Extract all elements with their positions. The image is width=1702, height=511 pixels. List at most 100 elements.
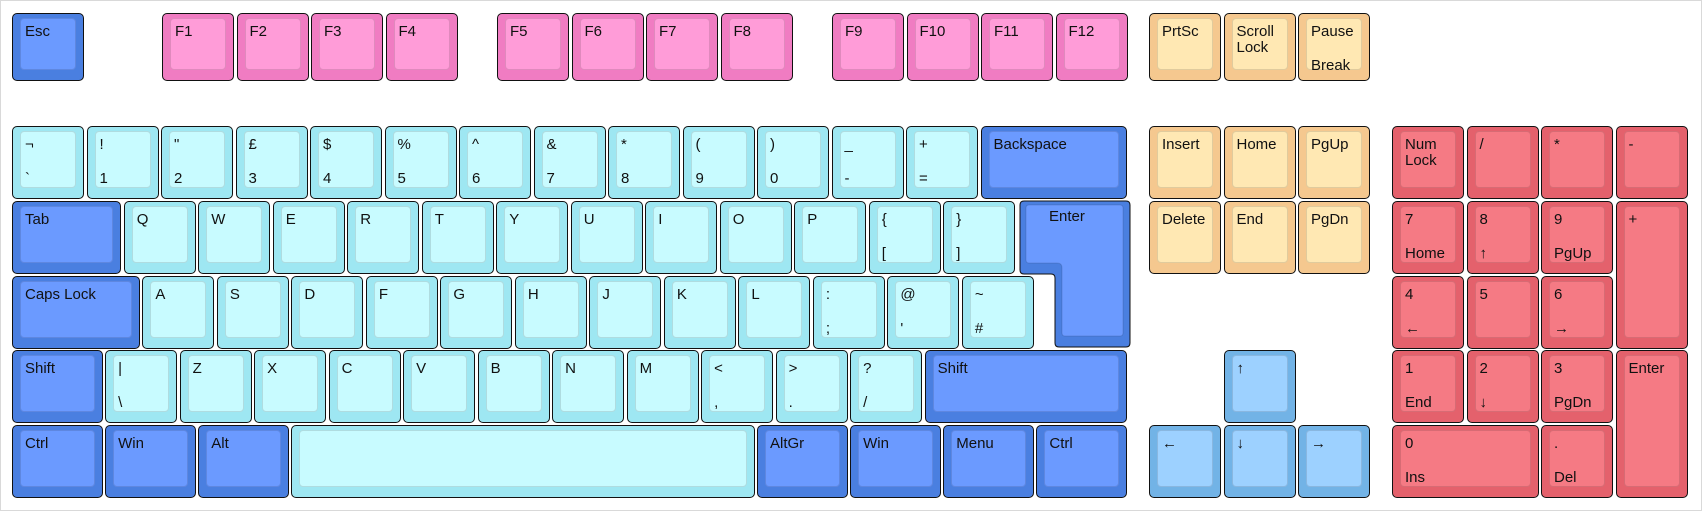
key-home[interactable]: Home xyxy=(1223,126,1296,199)
key-lshift[interactable]: Shift xyxy=(12,350,103,423)
key-f8[interactable]: F8 xyxy=(720,13,793,81)
key-arrow-up[interactable]: ↑ xyxy=(1223,350,1296,423)
key-d[interactable]: D xyxy=(291,276,364,349)
key-num-enter[interactable]: Enter xyxy=(1615,350,1688,498)
key-num-star[interactable]: * xyxy=(1541,126,1613,199)
key-f5[interactable]: F5 xyxy=(497,13,569,81)
key-f7[interactable]: F7 xyxy=(646,13,718,81)
key-minus[interactable]: _ - xyxy=(831,126,904,199)
key-num5[interactable]: 5 xyxy=(1466,276,1539,349)
key-b[interactable]: B xyxy=(477,350,550,423)
key-alt[interactable]: Alt xyxy=(198,425,289,498)
key-pgup[interactable]: PgUp xyxy=(1298,126,1370,199)
key-f10[interactable]: F10 xyxy=(906,13,979,81)
key-rctrl[interactable]: Ctrl xyxy=(1036,425,1127,498)
key-i[interactable]: I xyxy=(645,201,718,274)
key-f1[interactable]: F1 xyxy=(162,13,234,81)
key-h[interactable]: H xyxy=(514,276,587,349)
key-space[interactable] xyxy=(291,425,755,498)
key-end[interactable]: End xyxy=(1223,201,1296,274)
key-num-minus[interactable]: - xyxy=(1615,126,1688,199)
key-num2[interactable]: 2 ↓ xyxy=(1466,350,1539,423)
key-menu[interactable]: Menu xyxy=(943,425,1034,498)
key-1[interactable]: ! 1 xyxy=(86,126,159,199)
key-num-slash[interactable]: / xyxy=(1466,126,1539,199)
key-equals[interactable]: + = xyxy=(906,126,978,199)
key-arrow-down[interactable]: ↓ xyxy=(1223,425,1296,498)
key-rbracket[interactable]: }] xyxy=(943,201,1016,274)
key-u[interactable]: U xyxy=(570,201,643,274)
key-quote[interactable]: @ ' xyxy=(887,276,960,349)
key-lbracket[interactable]: {[ xyxy=(868,201,941,274)
key-num-plus[interactable]: + xyxy=(1615,201,1688,349)
key-num9[interactable]: 9 PgUp xyxy=(1541,201,1613,274)
key-prtsc[interactable]: PrtSc xyxy=(1149,13,1221,81)
key-s[interactable]: S xyxy=(216,276,289,349)
key-num-dot[interactable]: . Del xyxy=(1541,425,1613,498)
key-lctrl[interactable]: Ctrl xyxy=(12,425,103,498)
key-7[interactable]: & 7 xyxy=(533,126,606,199)
key-m[interactable]: M xyxy=(626,350,699,423)
key-altgr[interactable]: AltGr xyxy=(757,425,848,498)
key-w[interactable]: W xyxy=(198,201,271,274)
key-f[interactable]: F xyxy=(365,276,438,349)
key-3[interactable]: £3 xyxy=(235,126,308,199)
key-j[interactable]: J xyxy=(589,276,662,349)
key-scroll-lock[interactable]: Scroll Lock xyxy=(1223,13,1296,81)
key-2[interactable]: " 2 xyxy=(161,126,233,199)
key-8[interactable]: * 8 xyxy=(608,126,680,199)
key-hash[interactable]: ~ # xyxy=(961,276,1034,349)
key-delete[interactable]: Delete xyxy=(1149,201,1221,274)
key-pause[interactable]: Pause Break xyxy=(1298,13,1370,81)
key-f9[interactable]: F9 xyxy=(832,13,904,81)
key-num6[interactable]: 6 → xyxy=(1541,276,1613,349)
key-backspace[interactable]: Backspace xyxy=(980,126,1127,199)
key-tab[interactable]: Tab xyxy=(12,201,122,274)
key-x[interactable]: X xyxy=(254,350,327,423)
key-period[interactable]: >. xyxy=(775,350,848,423)
key-num7[interactable]: 7 Home xyxy=(1392,201,1464,274)
key-q[interactable]: Q xyxy=(123,201,196,274)
key-l[interactable]: L xyxy=(738,276,811,349)
key-k[interactable]: K xyxy=(663,276,736,349)
key-pgdn[interactable]: PgDn xyxy=(1298,201,1370,274)
key-c[interactable]: C xyxy=(328,350,401,423)
key-num8[interactable]: 8 ↑ xyxy=(1466,201,1539,274)
key-numlock[interactable]: Num Lock xyxy=(1392,126,1464,199)
key-n[interactable]: N xyxy=(552,350,625,423)
key-num0[interactable]: 0 Ins xyxy=(1392,425,1539,498)
key-comma[interactable]: <, xyxy=(701,350,774,423)
key-f3[interactable]: F3 xyxy=(311,13,383,81)
key-backslash[interactable]: | \ xyxy=(105,350,178,423)
key-f11[interactable]: F11 xyxy=(981,13,1053,81)
key-rwin[interactable]: Win xyxy=(850,425,941,498)
key-insert[interactable]: Insert xyxy=(1149,126,1221,199)
key-6[interactable]: ^ 6 xyxy=(459,126,531,199)
key-z[interactable]: Z xyxy=(179,350,252,423)
key-slash[interactable]: ? / xyxy=(850,350,923,423)
key-r[interactable]: R xyxy=(347,201,420,274)
key-lwin[interactable]: Win xyxy=(105,425,196,498)
key-o[interactable]: O xyxy=(719,201,792,274)
key-e[interactable]: E xyxy=(272,201,345,274)
key-arrow-left[interactable]: ← xyxy=(1149,425,1221,498)
key-f2[interactable]: F2 xyxy=(236,13,309,81)
key-semicolon[interactable]: :; xyxy=(812,276,885,349)
key-f12[interactable]: F12 xyxy=(1055,13,1128,81)
key-esc[interactable]: Esc xyxy=(12,13,84,81)
key-p[interactable]: P xyxy=(794,201,867,274)
key-v[interactable]: V xyxy=(403,350,476,423)
key-0[interactable]: ) 0 xyxy=(757,126,829,199)
key-capslock[interactable]: Caps Lock xyxy=(12,276,140,349)
key-4[interactable]: $4 xyxy=(310,126,382,199)
key-num1[interactable]: 1 End xyxy=(1392,350,1464,423)
key-9[interactable]: (9 xyxy=(682,126,755,199)
key-f6[interactable]: F6 xyxy=(571,13,644,81)
key-g[interactable]: G xyxy=(440,276,513,349)
key-t[interactable]: T xyxy=(421,201,494,274)
key-backtick[interactable]: ¬ ` xyxy=(12,126,84,199)
key-5[interactable]: % 5 xyxy=(384,126,457,199)
key-rshift[interactable]: Shift xyxy=(924,350,1127,423)
key-enter[interactable]: Enter xyxy=(1019,200,1131,348)
key-y[interactable]: Y xyxy=(496,201,569,274)
